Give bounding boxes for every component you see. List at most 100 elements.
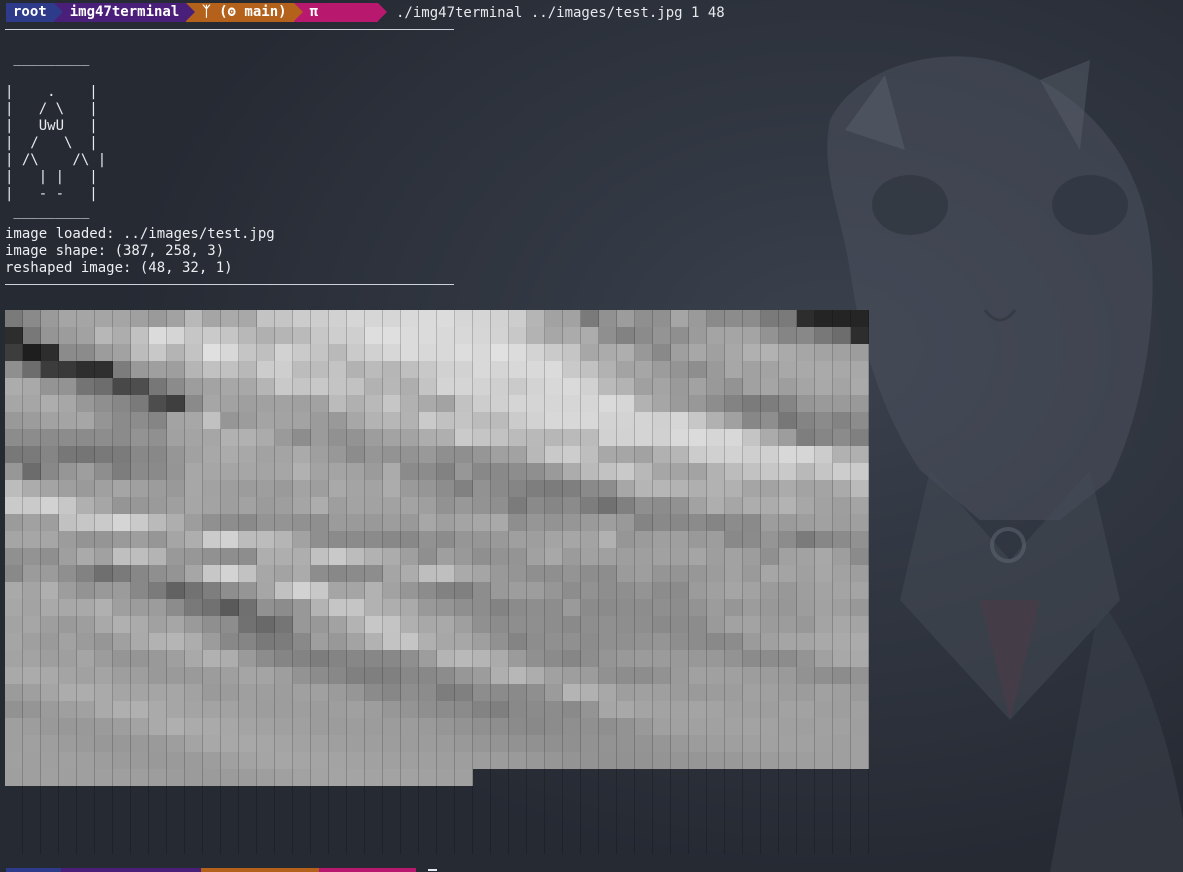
image-pixel-cell <box>383 327 401 344</box>
image-pixel-cell <box>653 497 671 514</box>
image-pixel-cell <box>617 582 635 599</box>
image-pixel-cell <box>635 429 653 446</box>
image-pixel-cell <box>311 837 329 854</box>
image-pixel-cell <box>419 786 437 803</box>
image-pixel-cell <box>725 327 743 344</box>
image-pixel-cell <box>599 463 617 480</box>
image-pixel-cell <box>419 480 437 497</box>
image-pixel-cell <box>149 837 167 854</box>
image-pixel-cell <box>401 633 419 650</box>
image-pixel-cell <box>635 446 653 463</box>
image-pixel-cell <box>185 650 203 667</box>
image-pixel-cell <box>743 701 761 718</box>
image-pixel-cell <box>401 565 419 582</box>
image-pixel-cell <box>365 497 383 514</box>
image-pixel-cell <box>833 735 851 752</box>
image-pixel-cell <box>797 701 815 718</box>
image-pixel-cell <box>311 514 329 531</box>
image-pixel-cell <box>203 786 221 803</box>
image-pixel-cell <box>95 412 113 429</box>
image-pixel-cell <box>797 429 815 446</box>
image-pixel-cell <box>149 599 167 616</box>
image-pixel-cell <box>383 361 401 378</box>
image-pixel-cell <box>275 769 293 786</box>
image-pixel-cell <box>455 446 473 463</box>
image-pixel-cell <box>347 667 365 684</box>
image-pixel-cell <box>383 633 401 650</box>
image-pixel-cell <box>545 582 563 599</box>
image-pixel-cell <box>581 718 599 735</box>
image-pixel-cell <box>113 582 131 599</box>
image-pixel-cell <box>239 718 257 735</box>
image-pixel-cell <box>797 378 815 395</box>
image-pixel-cell <box>581 582 599 599</box>
image-pixel-cell <box>563 650 581 667</box>
image-pixel-cell <box>23 361 41 378</box>
image-pixel-cell <box>221 378 239 395</box>
image-pixel-cell <box>257 786 275 803</box>
image-pixel-cell <box>77 446 95 463</box>
image-pixel-cell <box>707 701 725 718</box>
image-pixel-cell <box>599 548 617 565</box>
image-pixel-cell <box>239 633 257 650</box>
image-pixel-cell <box>293 565 311 582</box>
image-pixel-cell <box>779 565 797 582</box>
image-pixel-cell <box>23 310 41 327</box>
image-pixel-cell <box>149 718 167 735</box>
image-pixel-cell <box>365 310 383 327</box>
image-pixel-cell <box>23 480 41 497</box>
image-pixel-cell <box>725 752 743 769</box>
image-pixel-cell <box>545 412 563 429</box>
image-pixel-cell <box>509 650 527 667</box>
image-pixel-cell <box>383 786 401 803</box>
image-pixel-cell <box>743 429 761 446</box>
image-pixel-cell <box>491 565 509 582</box>
image-pixel-cell <box>671 769 689 786</box>
image-pixel-cell <box>185 752 203 769</box>
image-pixel-cell <box>599 803 617 820</box>
image-pixel-cell <box>509 752 527 769</box>
image-pixel-cell <box>239 735 257 752</box>
image-pixel-cell <box>131 837 149 854</box>
image-pixel-cell <box>131 463 149 480</box>
image-pixel-cell <box>833 786 851 803</box>
image-pixel-cell <box>635 463 653 480</box>
image-pixel-cell <box>455 820 473 837</box>
image-pixel-cell <box>815 633 833 650</box>
image-pixel-cell <box>383 412 401 429</box>
image-pixel-cell <box>653 378 671 395</box>
image-pixel-cell <box>725 565 743 582</box>
image-pixel-cell <box>509 786 527 803</box>
image-pixel-cell <box>185 344 203 361</box>
image-pixel-cell <box>257 735 275 752</box>
image-pixel-cell <box>689 412 707 429</box>
image-pixel-cell <box>221 752 239 769</box>
image-pixel-cell <box>581 769 599 786</box>
image-pixel-cell <box>95 803 113 820</box>
image-pixel-cell <box>617 786 635 803</box>
image-pixel-cell <box>257 378 275 395</box>
image-pixel-cell <box>563 412 581 429</box>
image-pixel-cell <box>833 395 851 412</box>
image-pixel-cell <box>329 531 347 548</box>
image-pixel-cell <box>851 803 869 820</box>
image-pixel-cell <box>77 327 95 344</box>
image-pixel-cell <box>113 497 131 514</box>
image-pixel-cell <box>671 412 689 429</box>
image-pixel-cell <box>671 378 689 395</box>
image-pixel-cell <box>545 820 563 837</box>
image-pixel-cell <box>23 531 41 548</box>
image-pixel-cell <box>401 480 419 497</box>
terminal-window[interactable]: root img47terminal ᛉ (ʘ main) π ./img47t… <box>0 0 1183 872</box>
image-pixel-cell <box>815 752 833 769</box>
image-pixel-cell <box>689 429 707 446</box>
image-pixel-cell <box>293 701 311 718</box>
image-pixel-cell <box>167 616 185 633</box>
image-pixel-cell <box>635 361 653 378</box>
image-pixel-cell <box>617 310 635 327</box>
image-pixel-cell <box>437 361 455 378</box>
image-pixel-cell <box>239 327 257 344</box>
image-pixel-cell <box>851 514 869 531</box>
image-pixel-cell <box>779 480 797 497</box>
image-pixel-cell <box>149 514 167 531</box>
